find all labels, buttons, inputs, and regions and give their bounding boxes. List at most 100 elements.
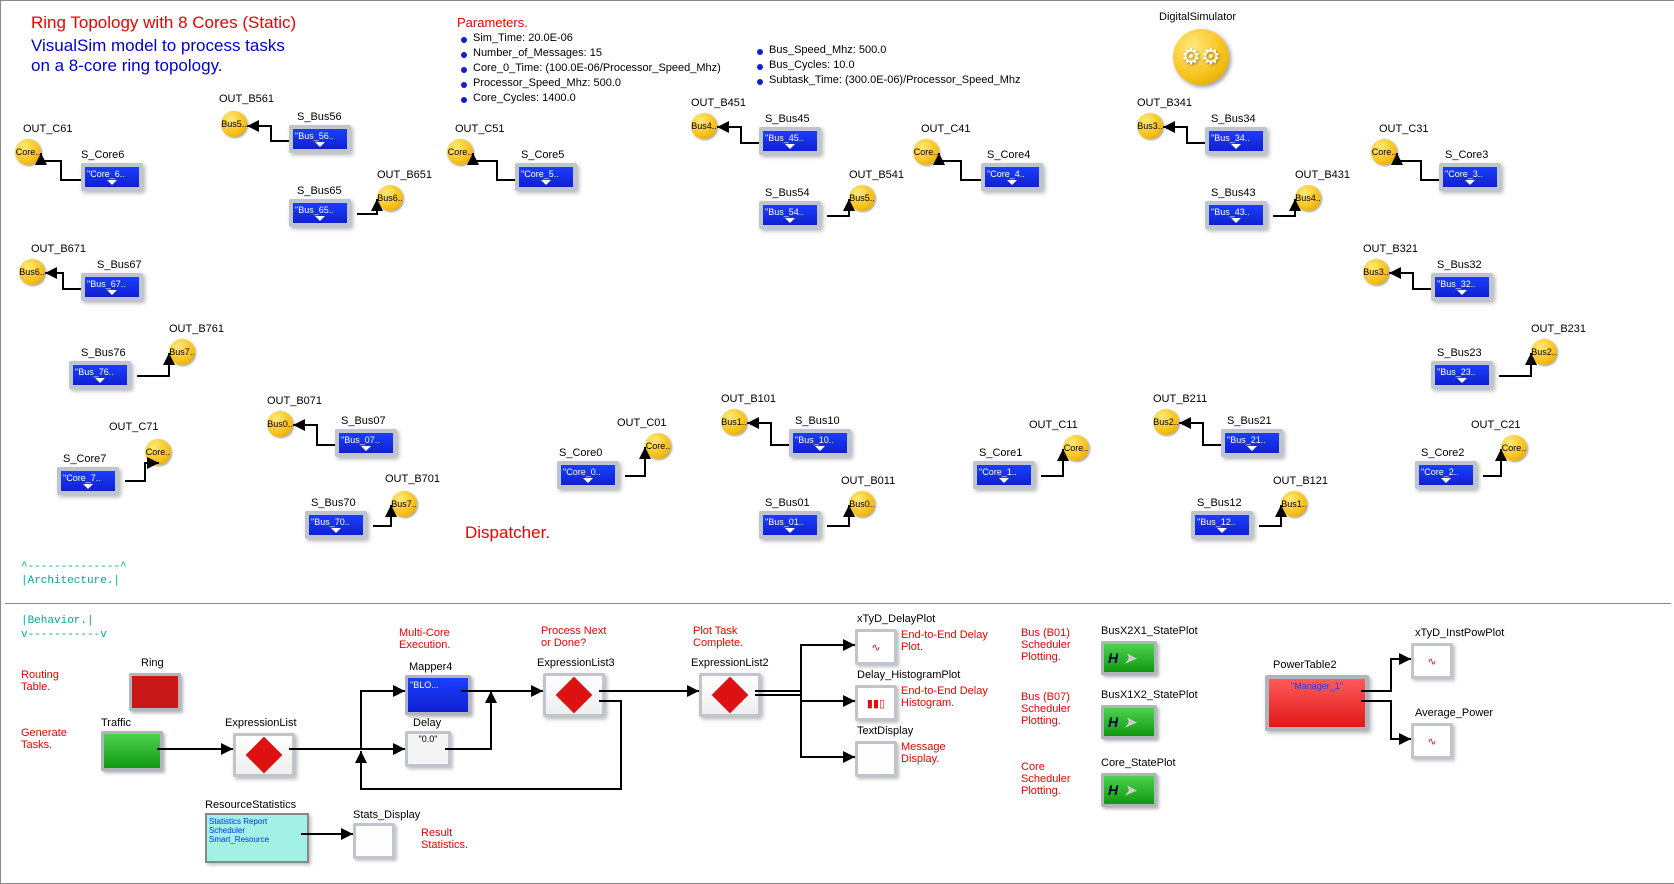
block-expressionlist[interactable]: [233, 733, 295, 777]
s-bus07-label: S_Bus07: [341, 415, 386, 427]
s-bus23-label: S_Bus23: [1437, 347, 1482, 359]
block-s-bus65[interactable]: "Bus_65..: [289, 199, 351, 227]
block-s-bus21[interactable]: "Bus_21..: [1221, 429, 1283, 457]
port-out-b231[interactable]: Bus2..: [1531, 339, 1557, 365]
text-display-label: TextDisplay: [857, 725, 913, 737]
digital-simulator-label: DigitalSimulator: [1159, 11, 1236, 23]
port-out-b671[interactable]: Bus6..: [19, 259, 45, 285]
port-out-c51[interactable]: Core..: [447, 139, 473, 165]
param-sim-time: Sim_Time: 20.0E-06: [473, 32, 573, 44]
port-out-c01[interactable]: Core..: [645, 433, 671, 459]
block-s-core6[interactable]: "Core_6..: [81, 163, 143, 191]
block-s-core7[interactable]: "Core_7..: [57, 467, 119, 495]
block-xtyd-delayplot[interactable]: ∿: [855, 629, 897, 665]
block-s-bus54[interactable]: "Bus_54..: [759, 201, 821, 229]
block-powertable2[interactable]: "Manager_1": [1265, 675, 1369, 731]
block-delay[interactable]: "0.0": [405, 731, 451, 767]
port-out-c61[interactable]: Core..: [15, 139, 41, 165]
stats-display-label: Stats_Display: [353, 809, 420, 821]
block-s-bus10[interactable]: "Bus_10..: [789, 429, 851, 457]
port-out-c71[interactable]: Core..: [145, 439, 171, 465]
block-s-bus23[interactable]: "Bus_23..: [1431, 361, 1493, 389]
block-expressionlist3[interactable]: [543, 673, 605, 717]
port-out-b011[interactable]: Bus0..: [849, 491, 875, 517]
port-out-b651[interactable]: Bus6..: [377, 185, 403, 211]
expressionlist3-label: ExpressionList3: [537, 657, 615, 669]
behavior-label: |Behavior.|: [21, 615, 94, 627]
block-s-core0[interactable]: "Core_0..: [557, 461, 619, 489]
block-busx1x2-stateplot[interactable]: H➤: [1101, 705, 1157, 739]
out-c01-label: OUT_C01: [617, 417, 667, 429]
s-bus56-label: S_Bus56: [297, 111, 342, 123]
out-b101-label: OUT_B101: [721, 393, 776, 405]
block-s-bus70[interactable]: "Bus_70..: [305, 511, 367, 539]
block-s-bus32[interactable]: "Bus_32..: [1431, 273, 1493, 301]
block-ring[interactable]: [129, 673, 181, 711]
out-b431-label: OUT_B431: [1295, 169, 1350, 181]
out-b451-label: OUT_B451: [691, 97, 746, 109]
block-s-bus43[interactable]: "Bus_43..: [1205, 201, 1267, 229]
port-out-b071[interactable]: Bus0..: [267, 411, 293, 437]
block-s-bus07[interactable]: "Bus_07..: [335, 429, 397, 457]
block-stats-display[interactable]: [353, 823, 395, 859]
block-s-bus12[interactable]: "Bus_12..: [1191, 511, 1253, 539]
delay-histogram-label: Delay_HistogramPlot: [857, 669, 960, 681]
block-text-display[interactable]: [855, 741, 897, 777]
s-core2-label: S_Core2: [1421, 447, 1464, 459]
port-out-b321[interactable]: Bus3..: [1363, 259, 1389, 285]
block-resourcestatistics[interactable]: Statistics Report Scheduler Smart_Resour…: [205, 813, 309, 863]
block-inst-pow-plot[interactable]: ∿: [1411, 643, 1453, 679]
arrow-icon: ➤: [1124, 782, 1136, 799]
block-s-bus01[interactable]: "Bus_01..: [759, 511, 821, 539]
block-delay-histogram[interactable]: ▮▮▯: [855, 685, 897, 721]
block-s-core5[interactable]: "Core_5..: [515, 163, 577, 191]
s-core3-label: S_Core3: [1445, 149, 1488, 161]
port-out-b101[interactable]: Bus1..: [721, 409, 747, 435]
block-s-bus56[interactable]: "Bus_56..: [289, 125, 351, 153]
e2e-delay-plot-label: End-to-End Delay Plot.: [901, 629, 988, 653]
port-out-c11[interactable]: Core..: [1063, 435, 1089, 461]
port-out-c31[interactable]: Core..: [1371, 139, 1397, 165]
port-out-b431[interactable]: Bus4..: [1295, 185, 1321, 211]
block-s-bus34[interactable]: "Bus_34..: [1205, 127, 1267, 155]
port-out-b341[interactable]: Bus3..: [1137, 113, 1163, 139]
port-out-b701[interactable]: Bus7..: [391, 491, 417, 517]
out-b321-label: OUT_B321: [1363, 243, 1418, 255]
block-s-bus67[interactable]: "Bus_67..: [81, 273, 143, 301]
model-canvas[interactable]: Ring Topology with 8 Cores (Static) Visu…: [0, 0, 1674, 884]
e2e-histogram-label: End-to-End Delay Histogram.: [901, 685, 988, 709]
port-out-c41[interactable]: Core..: [913, 139, 939, 165]
out-c61-label: OUT_C61: [23, 123, 73, 135]
arch-label: |Architecture.|: [21, 575, 120, 587]
out-b011-label: OUT_B011: [841, 475, 895, 487]
busx2x1-stateplot-label: BusX2X1_StatePlot: [1101, 625, 1198, 637]
block-s-core3[interactable]: "Core_3..: [1439, 163, 1501, 191]
port-out-b211[interactable]: Bus2..: [1153, 409, 1179, 435]
block-s-core2[interactable]: "Core_2..: [1415, 461, 1477, 489]
port-out-b451[interactable]: Bus4..: [691, 113, 717, 139]
port-out-c21[interactable]: Core..: [1501, 435, 1527, 461]
digital-simulator-block[interactable]: ⚙⚙: [1173, 29, 1229, 85]
delay-label: Delay: [413, 717, 441, 729]
block-s-bus76[interactable]: "Bus_76..: [69, 361, 131, 389]
block-avg-power[interactable]: ∿: [1411, 723, 1453, 759]
block-busx2x1-stateplot[interactable]: H➤: [1101, 641, 1157, 675]
out-c71-label: OUT_C71: [109, 421, 159, 433]
block-traffic[interactable]: [101, 731, 163, 771]
s-core6-label: S_Core6: [81, 149, 124, 161]
bullet-icon: [757, 79, 763, 85]
port-out-b561[interactable]: Bus5..: [221, 111, 247, 137]
block-s-bus45[interactable]: "Bus_45..: [759, 127, 821, 155]
block-core-stateplot[interactable]: H➤: [1101, 773, 1157, 807]
port-out-b761[interactable]: Bus7..: [169, 339, 195, 365]
lineplot-icon: ∿: [1427, 655, 1436, 668]
s-core4-label: S_Core4: [987, 149, 1030, 161]
block-s-core4[interactable]: "Core_4..: [981, 163, 1043, 191]
block-mapper4[interactable]: "BLO...: [405, 675, 471, 715]
port-out-b541[interactable]: Bus5..: [849, 185, 875, 211]
block-s-core1[interactable]: "Core_1..: [973, 461, 1035, 489]
port-out-b121[interactable]: Bus1..: [1281, 491, 1307, 517]
block-expressionlist2[interactable]: [699, 673, 761, 717]
title: Ring Topology with 8 Cores (Static): [31, 13, 296, 33]
out-c31-label: OUT_C31: [1379, 123, 1429, 135]
